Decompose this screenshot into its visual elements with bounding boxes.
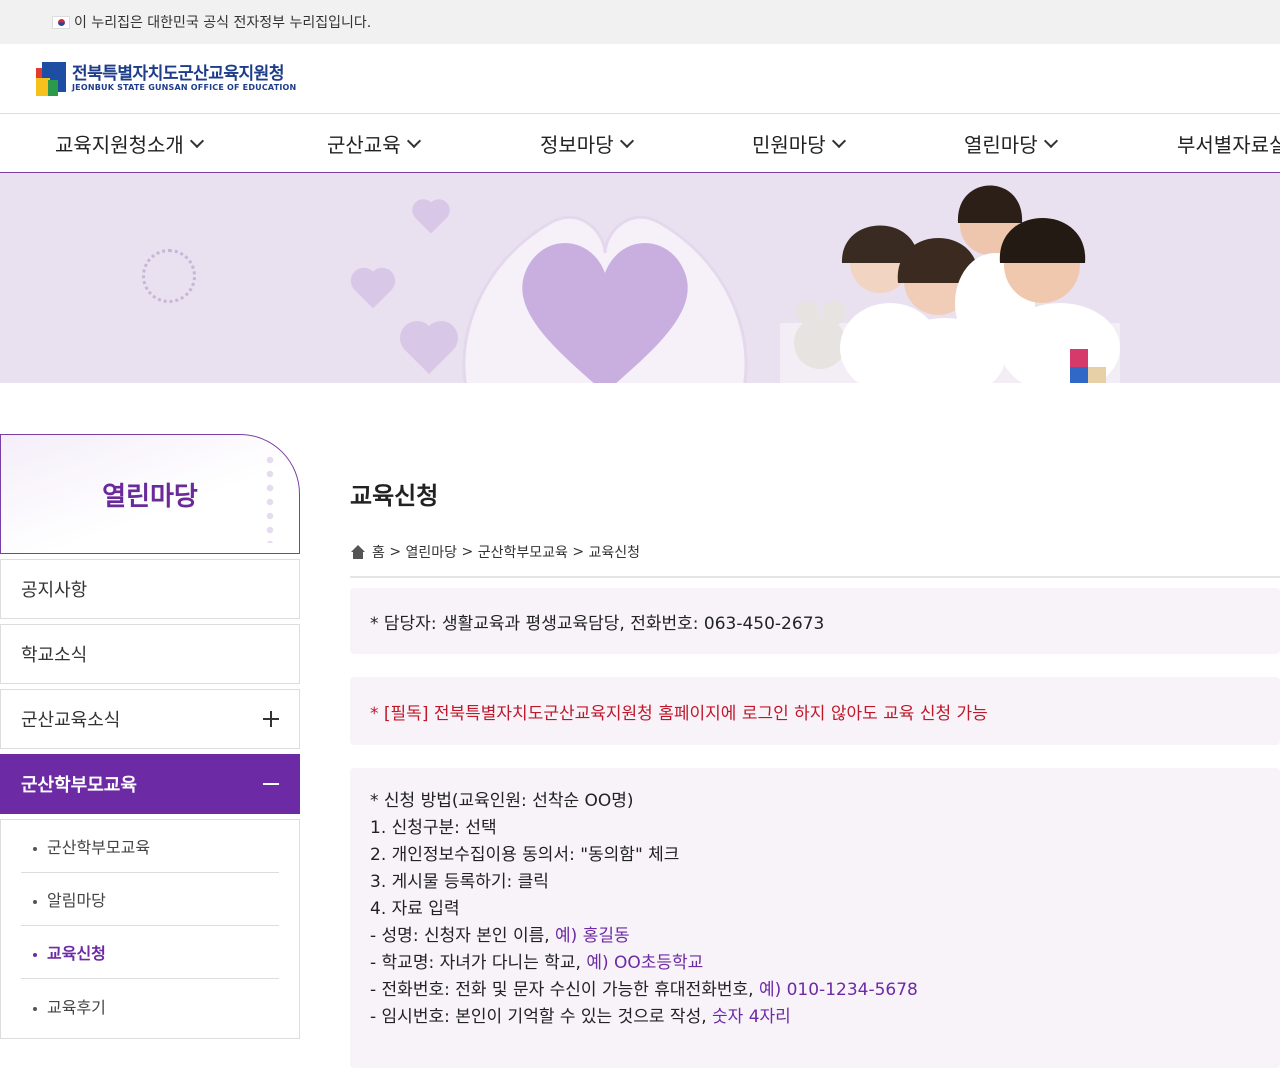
korea-flag-icon bbox=[52, 15, 70, 29]
instruction-line: 2. 개인정보수집이용 동의서: "동의함" 체크 bbox=[370, 845, 680, 865]
notice-box: * [필독] 전북특별자치도군산교육지원청 홈페이지에 로그인 하지 않아도 교… bbox=[350, 677, 1280, 745]
submenu-item-announcements[interactable]: 알림마당 bbox=[21, 873, 279, 926]
chevron-down-icon bbox=[406, 133, 421, 148]
nav-item-department[interactable]: 부서별자료실 bbox=[1177, 114, 1280, 173]
sidebar-submenu: 군산학부모교육 알림마당 교육신청 교육후기 bbox=[0, 819, 300, 1039]
chevron-down-icon bbox=[189, 133, 204, 148]
contact-box: * 담당자: 생활교육과 평생교육담당, 전화번호: 063-450-2673 bbox=[350, 588, 1280, 654]
heart-hands-illustration bbox=[462, 215, 748, 383]
instruction-line: 3. 게시물 등록하기: 클릭 bbox=[370, 872, 549, 892]
bullet-icon bbox=[33, 1006, 37, 1011]
home-icon[interactable] bbox=[350, 545, 366, 559]
chevron-down-icon bbox=[619, 133, 634, 148]
sidebar-title: 열린마당 bbox=[0, 434, 300, 554]
decor-ring-icon bbox=[142, 249, 196, 303]
sidebar-item-parent-education[interactable]: 군산학부모교육 bbox=[0, 754, 300, 814]
submenu-item-apply[interactable]: 교육신청 bbox=[21, 926, 279, 979]
nav-item-civil[interactable]: 민원마당 bbox=[752, 114, 846, 173]
instruction-line: * 신청 방법(교육인원: 선착순 OO명) bbox=[370, 791, 634, 811]
nav-item-info[interactable]: 정보마당 bbox=[540, 114, 634, 173]
page-title: 교육신청 bbox=[350, 482, 439, 510]
instruction-line: 4. 자료 입력 bbox=[370, 899, 460, 919]
notice-text: * [필독] 전북특별자치도군산교육지원청 홈페이지에 로그인 하지 않아도 교… bbox=[370, 703, 988, 724]
sidebar: 열린마당 공지사항 학교소식 군산교육소식 군산학부모교육 군산학부모교육 알림… bbox=[0, 434, 300, 1039]
nav-item-open[interactable]: 열린마당 bbox=[964, 114, 1058, 173]
field-line: - 임시번호: 본인이 기억할 수 있는 것으로 작성, 숫자 4자리 bbox=[370, 1007, 791, 1027]
sidebar-item-school-news[interactable]: 학교소식 bbox=[0, 624, 300, 684]
submenu-item-parent-education[interactable]: 군산학부모교육 bbox=[21, 820, 279, 873]
field-line: - 전화번호: 전화 및 문자 수신이 가능한 휴대전화번호, 예) 010-1… bbox=[370, 980, 918, 1000]
bullet-icon bbox=[33, 953, 37, 957]
instruction-line: 1. 신청구분: 선택 bbox=[370, 818, 497, 838]
contact-text: * 담당자: 생활교육과 평생교육담당, 전화번호: 063-450-2673 bbox=[370, 613, 825, 634]
breadcrumb-current: 교육신청 bbox=[588, 545, 641, 561]
minus-icon[interactable] bbox=[263, 783, 279, 785]
logo-korean-name: 전북특별자치도군산교육지원청 bbox=[72, 64, 284, 84]
breadcrumb-open[interactable]: 열린마당 bbox=[406, 542, 458, 562]
logo-mark-icon bbox=[36, 61, 66, 96]
field-line: - 성명: 신청자 본인 이름, 예) 홍길동 bbox=[370, 926, 630, 946]
sidebar-item-notice[interactable]: 공지사항 bbox=[0, 559, 300, 619]
breadcrumb: 홈 > 열린마당 > 군산학부모교육 > 교육신청 bbox=[350, 542, 1280, 578]
sidebar-item-gunsan-news[interactable]: 군산교육소식 bbox=[0, 689, 300, 749]
breadcrumb-home[interactable]: 홈 bbox=[372, 542, 385, 562]
instructions-box: * 신청 방법(교육인원: 선착순 OO명) 1. 신청구분: 선택 2. 개인… bbox=[350, 768, 1280, 1068]
main-nav: 교육지원청소개 군산교육 정보마당 민원마당 열린마당 부서별자료실 bbox=[0, 114, 1280, 173]
gov-banner-text: 이 누리집은 대한민국 공식 전자정부 누리집입니다. bbox=[74, 15, 372, 31]
main-content: 교육신청 홈 > 열린마당 > 군산학부모교육 > 교육신청 * 담당자: 생활… bbox=[350, 434, 1280, 1068]
gov-banner: 이 누리집은 대한민국 공식 전자정부 누리집입니다. bbox=[0, 0, 1280, 44]
header: 전북특별자치도군산교육지원청 JEONBUK STATE GUNSAN OFFI… bbox=[0, 44, 1280, 114]
bullet-icon bbox=[33, 847, 37, 851]
breadcrumb-parent-education[interactable]: 군산학부모교육 bbox=[478, 542, 568, 562]
logo-english-name: JEONBUK STATE GUNSAN OFFICE OF EDUCATION bbox=[72, 83, 297, 92]
bullet-icon bbox=[33, 900, 37, 904]
field-line: - 학교명: 자녀가 다니는 학교, 예) OO초등학교 bbox=[370, 953, 704, 973]
site-logo[interactable]: 전북특별자치도군산교육지원청 JEONBUK STATE GUNSAN OFFI… bbox=[36, 61, 297, 96]
decor-heart-icon bbox=[354, 271, 392, 309]
family-photo bbox=[780, 185, 1120, 383]
nav-item-about[interactable]: 교육지원청소개 bbox=[55, 114, 204, 173]
hero-banner bbox=[0, 173, 1280, 383]
plus-icon[interactable] bbox=[263, 711, 279, 727]
submenu-item-reviews[interactable]: 교육후기 bbox=[21, 979, 279, 1032]
chevron-down-icon bbox=[1043, 133, 1058, 148]
chevron-down-icon bbox=[831, 133, 846, 148]
nav-item-gunsan-education[interactable]: 군산교육 bbox=[327, 114, 421, 173]
